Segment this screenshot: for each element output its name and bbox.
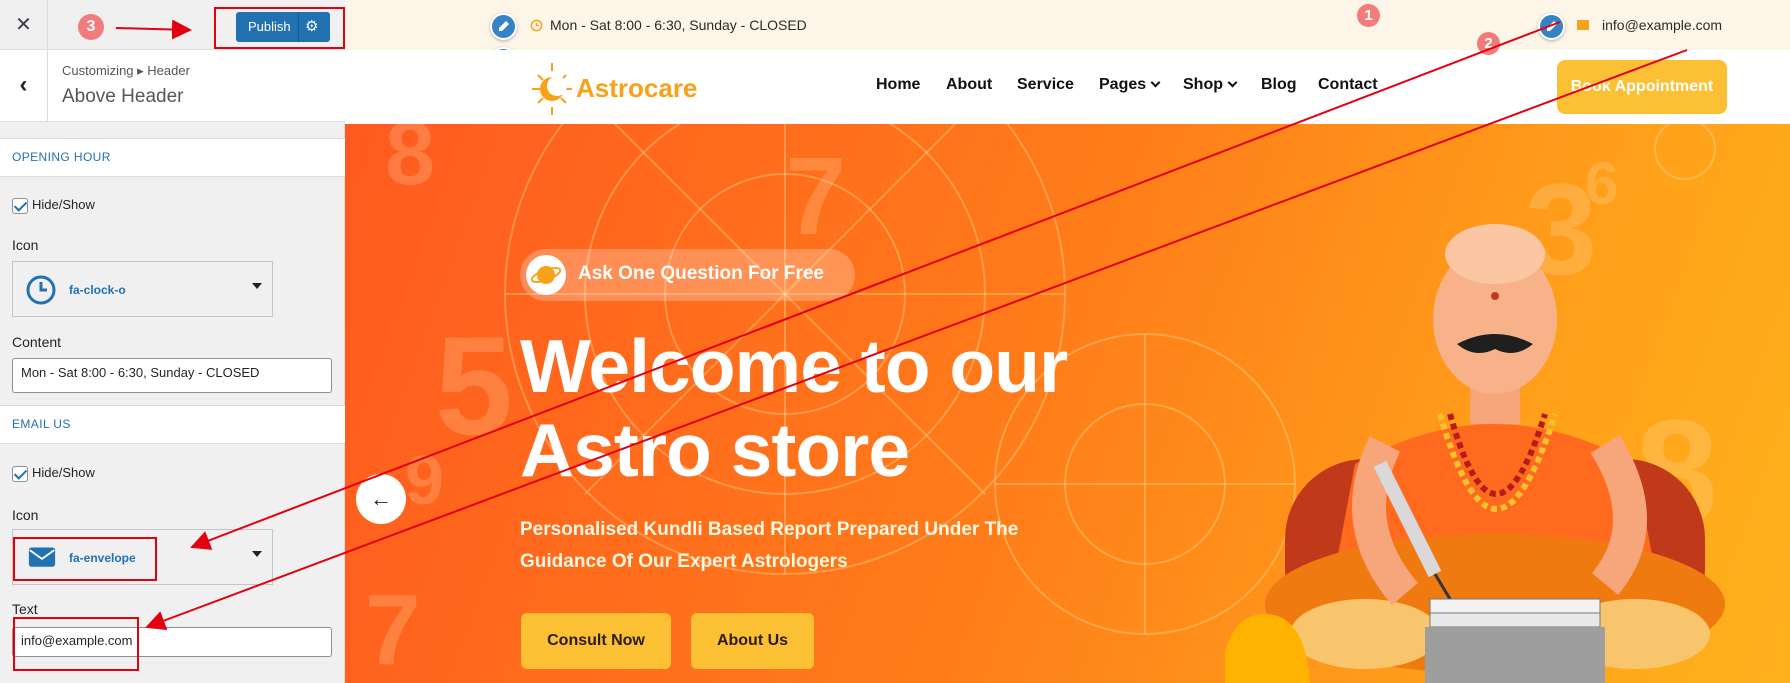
breadcrumb: Customizing ▸ Header	[62, 63, 190, 78]
opening-hour-content-label: Content	[12, 334, 62, 350]
svg-text:5: 5	[435, 307, 513, 464]
checkbox[interactable]	[12, 465, 28, 482]
hero-subtitle: Personalised Kundli Based Report Prepare…	[520, 514, 1080, 578]
checkbox[interactable]	[12, 197, 28, 214]
opening-hour-icon-select[interactable]: fa-clock-o	[12, 261, 273, 317]
group-title-email-us[interactable]: EMAIL US	[0, 405, 345, 444]
email-toggle[interactable]: Hide/Show	[12, 465, 95, 482]
toggle-label: Hide/Show	[32, 465, 95, 480]
email-icon-label: Icon	[12, 507, 39, 523]
nav-about[interactable]: About	[946, 76, 992, 94]
about-us-button[interactable]: About Us	[691, 613, 814, 669]
clock-icon	[530, 19, 543, 32]
section-title: Above Header	[62, 86, 184, 107]
edit-shortcut-icon[interactable]	[1538, 13, 1565, 40]
nav-home[interactable]: Home	[876, 76, 920, 94]
chevron-down-icon	[1150, 77, 1161, 88]
planet-icon	[526, 255, 566, 295]
annotation-box-publish	[214, 7, 345, 49]
hero-slider: 8 7 3 8 7 5 9 6 ← Ask One Question For F…	[345, 124, 1790, 683]
annotation-step-1: 1	[1357, 4, 1380, 27]
nav-pages-label: Pages	[1099, 76, 1147, 93]
opening-hour-toggle[interactable]: Hide/Show	[12, 197, 95, 214]
svg-text:9: 9	[405, 441, 444, 519]
consult-now-button[interactable]: Consult Now	[521, 613, 671, 669]
chevron-down-icon	[1227, 77, 1238, 88]
nav-shop[interactable]: Shop	[1183, 76, 1238, 94]
hero-title-line: Welcome to our	[520, 324, 1068, 408]
planet-glyph	[530, 266, 562, 284]
book-appointment-button[interactable]: Book Appointment	[1557, 60, 1727, 114]
opening-hour-content-input[interactable]: Mon - Sat 8:00 - 6:30, Sunday - CLOSED	[12, 358, 332, 393]
nav-pages[interactable]: Pages	[1099, 76, 1161, 94]
section-header: ‹ Customizing ▸ Header Above Header	[0, 50, 345, 122]
chevron-down-icon	[252, 283, 262, 289]
annotation-step-2: 2	[1477, 32, 1500, 55]
main-navbar: Astrocare Home About Service Pages Shop …	[345, 50, 1790, 124]
hero-subtitle-line: Personalised Kundli Based Report Prepare…	[520, 519, 1019, 540]
icon-name: fa-clock-o	[69, 283, 126, 297]
hero-subtitle-line: Guidance Of Our Expert Astrologers	[520, 551, 848, 572]
clock-icon	[26, 275, 56, 305]
close-customizer-button[interactable]: ✕	[0, 0, 48, 50]
logo-text: Astrocare	[576, 73, 698, 103]
slider-prev-button[interactable]: ←	[356, 474, 406, 524]
site-logo[interactable]: Astrocare	[530, 59, 710, 119]
nav-contact[interactable]: Contact	[1318, 76, 1378, 94]
chevron-down-icon	[252, 551, 262, 557]
nav-blog[interactable]: Blog	[1261, 76, 1297, 94]
sun-logo-icon	[532, 63, 572, 115]
opening-hours-text: Mon - Sat 8:00 - 6:30, Sunday - CLOSED	[550, 17, 807, 33]
annotation-box-icon	[13, 537, 157, 581]
hero-title-line: Astro store	[520, 408, 910, 492]
pill-text: Ask One Question For Free	[578, 263, 824, 284]
edit-shortcut-icon[interactable]	[490, 13, 517, 40]
toggle-label: Hide/Show	[32, 197, 95, 212]
svg-text:7: 7	[785, 135, 846, 258]
group-title-opening-hour[interactable]: OPENING HOUR	[0, 138, 345, 177]
svg-text:7: 7	[365, 574, 421, 683]
svg-text:8: 8	[385, 124, 435, 204]
email-text-label: Text	[12, 601, 38, 617]
site-preview: Mon - Sat 8:00 - 6:30, Sunday - CLOSED i…	[345, 0, 1790, 683]
opening-hour-icon-label: Icon	[12, 237, 39, 253]
above-header-bar: Mon - Sat 8:00 - 6:30, Sunday - CLOSED i…	[345, 0, 1790, 50]
astrologer-illustration	[1225, 224, 1725, 683]
ask-question-pill[interactable]: Ask One Question For Free	[520, 249, 855, 301]
pencil-icon	[1547, 21, 1557, 31]
nav-service[interactable]: Service	[1017, 76, 1074, 94]
customizer-sidebar: ✕ 3 Publish ⚙ ‹ Customizing ▸ Header Abo…	[0, 0, 345, 683]
hero-title: Welcome to our Astro store	[520, 324, 1220, 492]
envelope-icon	[1577, 20, 1589, 30]
back-button[interactable]: ‹	[0, 50, 48, 122]
email-text[interactable]: info@example.com	[1602, 17, 1722, 33]
annotation-step-3: 3	[78, 14, 104, 40]
customizer-topbar: ✕ 3 Publish ⚙	[0, 0, 345, 50]
nav-shop-label: Shop	[1183, 76, 1223, 93]
annotation-box-text	[13, 617, 139, 671]
pencil-icon	[499, 21, 509, 31]
